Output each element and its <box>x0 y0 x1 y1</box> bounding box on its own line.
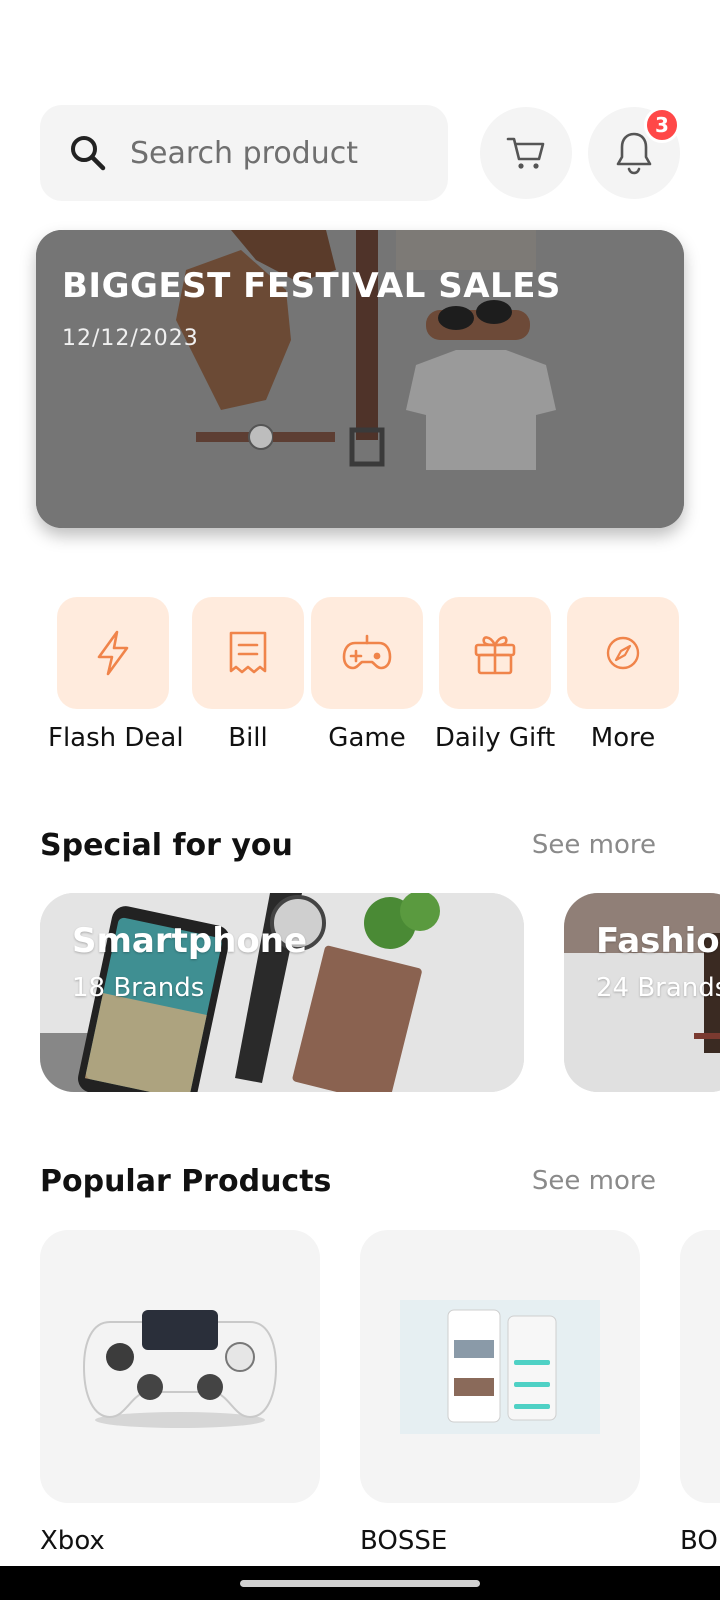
special-card-subtitle: 24 Brands <box>596 973 720 1003</box>
notification-button[interactable]: 3 <box>588 107 680 199</box>
system-navigation-bar <box>0 1566 720 1600</box>
category-tile[interactable] <box>567 597 679 709</box>
special-card-subtitle: 18 Brands <box>72 973 205 1003</box>
gamepad-image <box>82 1309 278 1428</box>
cart-button[interactable] <box>480 107 572 199</box>
cart-icon <box>506 137 545 169</box>
category-label: Game <box>328 723 406 753</box>
home-gesture-pill[interactable] <box>240 1580 480 1587</box>
product-card-bosse[interactable]: BOSSE <box>360 1230 640 1556</box>
gift-icon <box>474 636 516 675</box>
product-name: BO <box>680 1526 718 1556</box>
category-bill[interactable]: Bill <box>183 597 313 753</box>
notification-badge: 3 <box>644 107 680 143</box>
popular-section-title: Popular Products <box>40 1164 332 1199</box>
compass-icon <box>606 636 640 670</box>
special-card-smartphone[interactable]: Smartphone 18 Brands <box>40 893 524 1092</box>
product-image-tile[interactable] <box>680 1230 720 1503</box>
product-card-xbox[interactable]: Xbox <box>40 1230 320 1556</box>
category-daily-gift[interactable]: Daily Gift <box>430 597 560 753</box>
special-card-title: Fashion <box>596 921 720 961</box>
category-tile[interactable] <box>192 597 304 709</box>
banner-date: 12/12/2023 <box>62 326 199 351</box>
category-label: Daily Gift <box>434 723 556 753</box>
search-bar[interactable] <box>40 105 448 201</box>
category-flash-deal[interactable]: Flash Deal <box>48 597 184 753</box>
category-game[interactable]: Game <box>302 597 432 753</box>
banner-title: BIGGEST FESTIVAL SALES <box>62 266 561 306</box>
gamepad-icon <box>342 634 392 670</box>
popular-see-more-link[interactable]: See more <box>532 1166 656 1196</box>
search-icon <box>68 133 108 173</box>
category-label: More <box>590 723 656 753</box>
category-label: Bill <box>228 723 268 753</box>
product-card-partial[interactable]: BO <box>680 1230 720 1560</box>
special-card-fashion[interactable]: Fashion 24 Brands <box>564 893 720 1092</box>
product-name: BOSSE <box>360 1526 448 1556</box>
special-section-title: Special for you <box>40 828 293 863</box>
promo-banner[interactable]: BIGGEST FESTIVAL SALES 12/12/2023 <box>36 230 684 528</box>
special-see-more-link[interactable]: See more <box>532 830 656 860</box>
flash-icon <box>97 630 129 676</box>
product-image-tile[interactable] <box>360 1230 640 1503</box>
category-tile[interactable] <box>311 597 423 709</box>
category-tile[interactable] <box>57 597 169 709</box>
category-label: Flash Deal <box>48 723 184 753</box>
category-tile[interactable] <box>439 597 551 709</box>
app-mockup-image <box>400 1299 600 1434</box>
special-card-title: Smartphone <box>72 921 308 961</box>
product-image-tile[interactable] <box>40 1230 320 1503</box>
product-name: Xbox <box>40 1526 105 1556</box>
bill-icon <box>229 631 267 674</box>
category-more[interactable]: More <box>558 597 688 753</box>
search-input[interactable] <box>130 135 430 171</box>
